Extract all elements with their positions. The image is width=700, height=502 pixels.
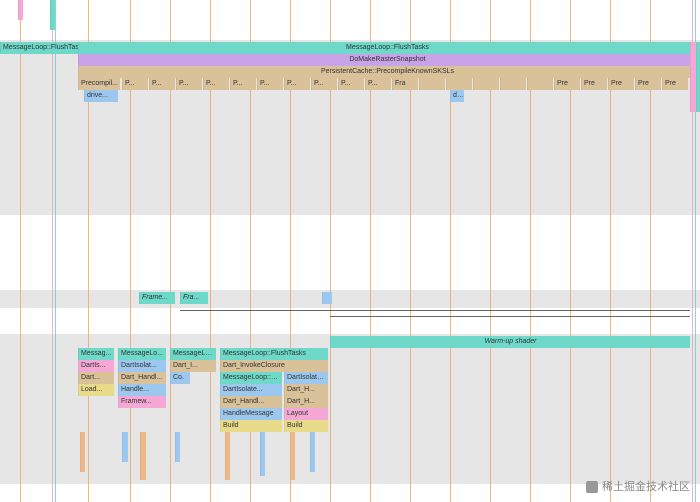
- sliver: [50, 0, 55, 30]
- watermark: 稀土掘金技术社区: [586, 478, 690, 494]
- bar-dartisolate[interactable]: DartIsolate...: [284, 372, 328, 384]
- bar-darth[interactable]: Dart_H...: [284, 384, 328, 396]
- bar-build[interactable]: Build: [284, 420, 328, 432]
- bar-precompile-small[interactable]: Pre: [581, 78, 607, 90]
- mid-track: [0, 290, 700, 308]
- tick: [140, 432, 146, 480]
- bar-dartisolate[interactable]: DartIsolate...: [220, 384, 282, 396]
- bar-d[interactable]: d...: [450, 90, 464, 102]
- hline: [330, 316, 690, 317]
- bar-load[interactable]: Load...: [78, 384, 114, 396]
- bar-precompile-small[interactable]: P...: [284, 78, 310, 90]
- tick: [175, 432, 180, 462]
- bar-handle[interactable]: Handle...: [118, 384, 166, 396]
- watermark-icon: [586, 481, 598, 493]
- sliver-right: [696, 42, 700, 112]
- bar-precompile-small[interactable]: P...: [257, 78, 283, 90]
- bar-precompile-small[interactable]: Pre: [608, 78, 634, 90]
- bar-co[interactable]: Co.: [170, 372, 190, 384]
- bar-framework[interactable]: Framew...: [118, 396, 166, 408]
- vline: [52, 0, 53, 502]
- bar-darthandle[interactable]: Dart_Handl...: [220, 396, 282, 408]
- bar-frame[interactable]: Frame...: [139, 292, 175, 304]
- bar-msgloop[interactable]: Messag...: [78, 348, 114, 360]
- flame-bar[interactable]: MessageLoop::FlushTasks: [0, 42, 88, 54]
- bar-domakeraster[interactable]: DoMakeRasterSnapshot: [78, 54, 696, 66]
- bar-build[interactable]: Build: [220, 420, 282, 432]
- bar-precompile-small[interactable]: [446, 78, 472, 90]
- tick: [260, 432, 265, 476]
- bar-handlemsg[interactable]: HandleMessage: [220, 408, 282, 420]
- bar-precompile-small[interactable]: [500, 78, 526, 90]
- bar-precompile-small[interactable]: [419, 78, 445, 90]
- bar-precompile[interactable]: Precompil...: [78, 78, 120, 90]
- bar-tiny[interactable]: [322, 292, 332, 304]
- bar-dartis[interactable]: DartIs...: [78, 360, 114, 372]
- bar-precompile-small[interactable]: Pre: [554, 78, 580, 90]
- bar-precompile-small[interactable]: P...: [176, 78, 202, 90]
- bar-drive[interactable]: drive...: [84, 90, 118, 102]
- bar-warmup-shader[interactable]: Warm-up shader: [330, 336, 690, 348]
- vline: [20, 0, 21, 502]
- bar-darth[interactable]: Dart_H...: [284, 396, 328, 408]
- bar-precompile-small[interactable]: Pre: [662, 78, 688, 90]
- bar-precompile-small[interactable]: P...: [122, 78, 148, 90]
- bar-precompile-small[interactable]: Fra: [392, 78, 418, 90]
- bar-precompile-small[interactable]: P...: [311, 78, 337, 90]
- vline: [55, 0, 56, 502]
- bar-dartinvoke[interactable]: Dart_InvokeClosure: [220, 360, 328, 372]
- hline: [180, 310, 690, 311]
- bar-precompile-small[interactable]: P...: [365, 78, 391, 90]
- watermark-text: 稀土掘金技术社区: [602, 481, 690, 493]
- sliver: [18, 0, 23, 20]
- tick: [290, 432, 295, 480]
- bar-layout[interactable]: Layout: [284, 408, 328, 420]
- bar-precompile-small[interactable]: P...: [230, 78, 256, 90]
- bar-precompile-small[interactable]: P...: [203, 78, 229, 90]
- bar-darti[interactable]: Dart_I...: [170, 360, 216, 372]
- bar-precompile-small[interactable]: P...: [338, 78, 364, 90]
- bar-precompile-small[interactable]: P...: [149, 78, 175, 90]
- tick: [80, 432, 85, 472]
- tick: [122, 432, 128, 462]
- bar-msgloop[interactable]: MessageLoop::FlushTasks: [220, 372, 282, 384]
- bar-persistentcache[interactable]: PersistentCache::PrecompileKnownSKSLs: [78, 66, 696, 78]
- bar-dart[interactable]: Dart...: [78, 372, 114, 384]
- bar-frame[interactable]: Fra...: [180, 292, 208, 304]
- tick: [225, 432, 230, 480]
- bar-precompile-small[interactable]: Pre: [635, 78, 661, 90]
- bar-msgloop[interactable]: MessageLo...: [118, 348, 166, 360]
- bar-msgloop-wide[interactable]: MessageLoop::FlushTasks: [220, 348, 328, 360]
- bar-msgloop[interactable]: MessageLo...: [170, 348, 216, 360]
- bar-darthandle[interactable]: Dart_Handl...: [118, 372, 166, 384]
- tick: [310, 432, 315, 472]
- bar-dartisolate[interactable]: DartIsolat...: [118, 360, 166, 372]
- bar-flushtasks-top[interactable]: MessageLoop::FlushTasks: [78, 42, 696, 54]
- bar-precompile-small[interactable]: [473, 78, 499, 90]
- bar-precompile-small[interactable]: [527, 78, 553, 90]
